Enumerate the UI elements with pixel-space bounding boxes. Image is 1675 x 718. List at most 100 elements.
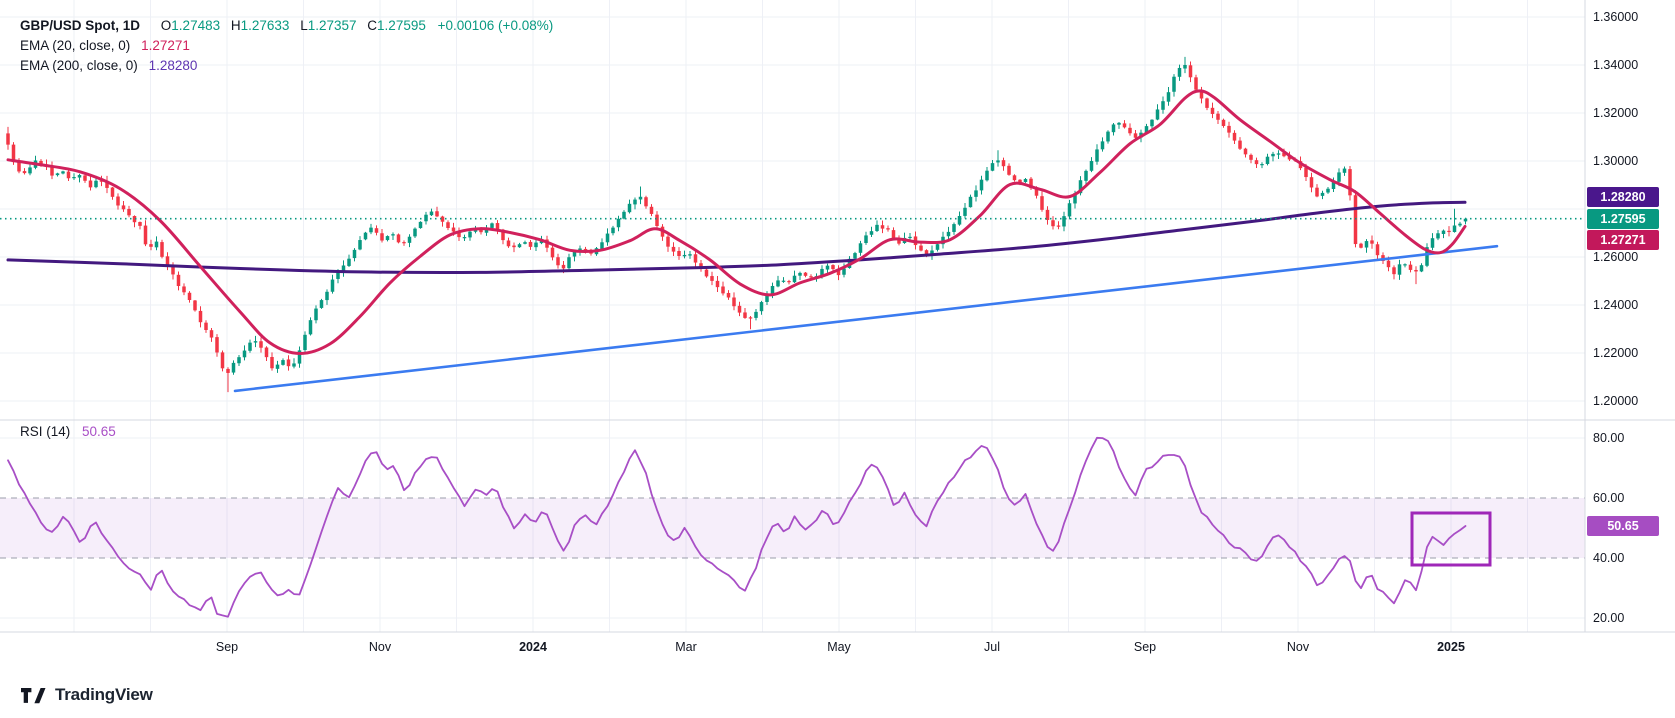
candle-body: [688, 254, 692, 255]
candle-body: [336, 273, 340, 279]
candle-body: [270, 357, 274, 368]
chart-legend: GBP/USD Spot, 1D O1.27483 H1.27633 L1.27…: [20, 16, 553, 76]
candle-body: [1211, 108, 1215, 114]
candle-body: [1310, 177, 1314, 187]
candle-body: [1244, 149, 1248, 155]
candle-body: [1117, 123, 1121, 125]
candle-body: [556, 257, 560, 265]
candle-body: [276, 365, 280, 369]
time-axis-label: Nov: [1287, 640, 1309, 654]
candle-body: [672, 247, 676, 252]
candle-body: [1458, 224, 1462, 226]
candle-body: [1123, 123, 1127, 127]
candle-body: [754, 312, 758, 318]
candle-body: [226, 369, 230, 373]
candle-body: [72, 177, 76, 178]
candle-body: [974, 190, 978, 196]
candle-body: [215, 337, 219, 352]
tradingview-logo-icon: [18, 684, 48, 705]
price-axis-label: 1.36000: [1593, 9, 1671, 25]
candle-body: [83, 175, 87, 180]
candle-body: [325, 292, 329, 300]
candle-body: [1315, 188, 1319, 197]
candle-body: [1002, 160, 1006, 166]
candle-body: [826, 266, 830, 270]
candle-body: [727, 293, 731, 298]
candle-body: [1172, 77, 1176, 92]
candle-body: [463, 237, 467, 238]
candle-body: [644, 197, 648, 206]
candle-body: [1095, 149, 1099, 161]
open-value: 1.27483: [171, 18, 220, 33]
candle-body: [760, 302, 764, 311]
candle-body: [710, 276, 714, 281]
candle-body: [1447, 231, 1451, 232]
rsi-legend-row[interactable]: RSI (14) 50.65: [20, 424, 116, 439]
candle-body: [122, 205, 126, 209]
price-label-badge: 1.27271: [1587, 230, 1659, 250]
candle-body: [1106, 132, 1110, 142]
candle-body: [391, 234, 395, 235]
candle-body: [1051, 220, 1055, 226]
time-axis-label: Sep: [216, 640, 238, 654]
candle-body: [1178, 68, 1182, 77]
candle-body: [534, 243, 538, 248]
candle-body: [738, 306, 742, 313]
candle-body: [633, 200, 637, 205]
price-axis-label: 1.20000: [1593, 393, 1671, 409]
candle-body: [210, 330, 214, 337]
candle-body: [144, 226, 148, 245]
tradingview-attribution[interactable]: TradingView: [18, 684, 153, 705]
candle-body: [1343, 169, 1347, 173]
price-axis-label: 1.22000: [1593, 345, 1671, 361]
candle-body: [732, 298, 736, 307]
ema200-label: EMA (200, close, 0): [20, 58, 138, 73]
trendline: [235, 246, 1497, 391]
time-axis-label: May: [827, 640, 851, 654]
candle-body: [1271, 154, 1275, 156]
ema200-legend-row[interactable]: EMA (200, close, 0) 1.28280: [20, 56, 553, 76]
candle-body: [650, 207, 654, 214]
candle-body: [875, 225, 879, 231]
candle-body: [303, 335, 307, 350]
ema20-legend-row[interactable]: EMA (20, close, 0) 1.27271: [20, 36, 553, 56]
time-axis-label: 2024: [519, 640, 547, 654]
candle-body: [171, 266, 175, 274]
candle-body: [1392, 267, 1396, 274]
time-axis-label: Nov: [369, 640, 391, 654]
candle-body: [1431, 238, 1435, 248]
candle-body: [309, 320, 313, 334]
candle-body: [138, 222, 142, 226]
candle-body: [908, 237, 912, 238]
chart-canvas[interactable]: [0, 0, 1675, 718]
candle-body: [1453, 226, 1457, 233]
candle-body: [1112, 124, 1116, 132]
candle-body: [177, 275, 181, 286]
candle-body: [375, 228, 379, 233]
candle-body: [716, 281, 720, 287]
price-axis-label: 1.24000: [1593, 297, 1671, 313]
candle-body: [1167, 92, 1171, 101]
candle-body: [980, 180, 984, 191]
candle-body: [611, 228, 615, 234]
candle-body: [1304, 168, 1308, 177]
candle-body: [507, 240, 511, 246]
candle-body: [842, 268, 846, 274]
candle-body: [452, 228, 456, 232]
candle-body: [237, 357, 241, 363]
time-axis-label: Mar: [675, 640, 697, 654]
candle-body: [606, 234, 610, 243]
candle-body: [776, 280, 780, 286]
rsi-axis-label: 20.00: [1593, 610, 1671, 626]
rsi-axis-label: 40.00: [1593, 550, 1671, 566]
price-axis-label: 1.32000: [1593, 105, 1671, 121]
candle-body: [199, 311, 203, 322]
candle-body: [1277, 153, 1281, 154]
candle-body: [1233, 133, 1237, 141]
candle-body: [628, 204, 632, 212]
candle-body: [265, 348, 269, 358]
price-axis-label: 1.26000: [1593, 249, 1671, 265]
close-value: 1.27595: [377, 18, 426, 33]
candle-body: [1260, 164, 1264, 165]
candle-body: [617, 219, 621, 227]
